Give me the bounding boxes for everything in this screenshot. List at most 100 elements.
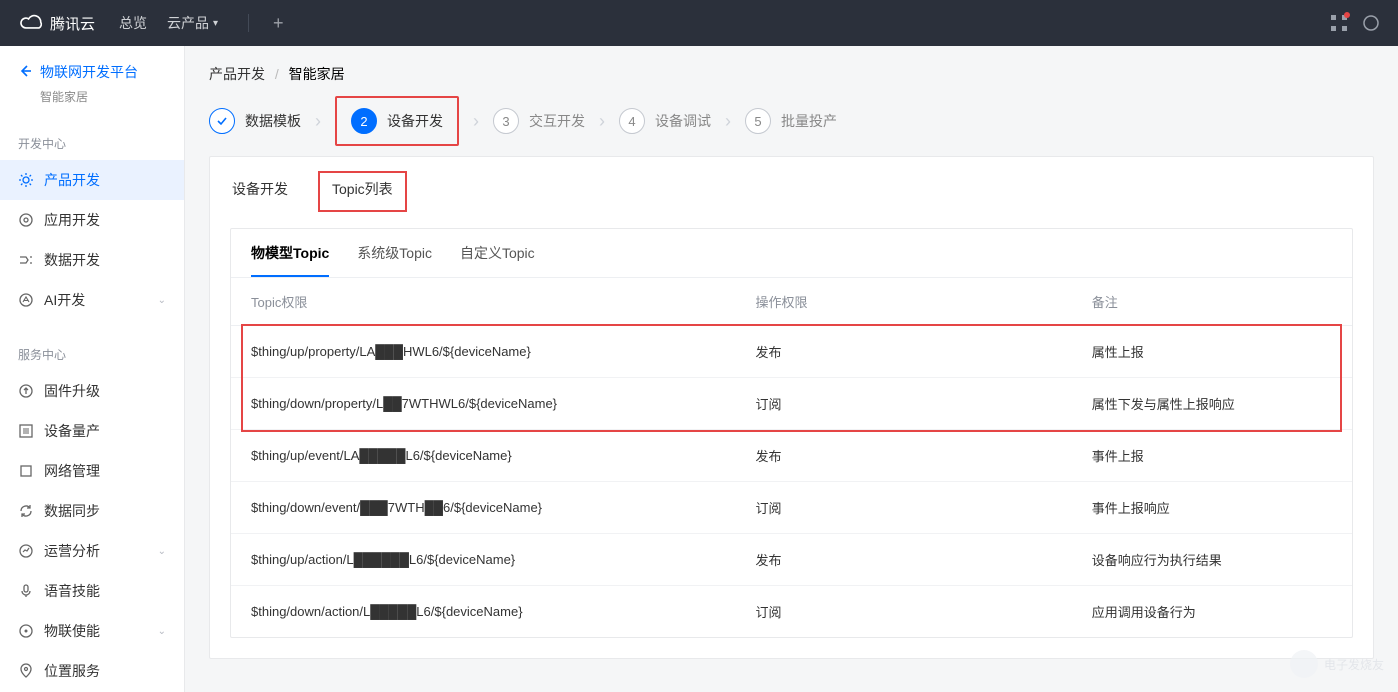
sync-icon: [18, 503, 34, 519]
sidebar-item-data-sync[interactable]: 数据同步: [0, 491, 184, 531]
cell-op: 订阅: [735, 378, 1071, 430]
sidebar-item-network[interactable]: 网络管理: [0, 451, 184, 491]
sidebar-item-product-dev[interactable]: 产品开发: [0, 160, 184, 200]
step-2[interactable]: 2 设备开发: [351, 108, 443, 134]
content-card: 设备开发 Topic列表 物模型Topic 系统级Topic 自定义Topic …: [209, 156, 1374, 659]
tab-custom-topic[interactable]: 自定义Topic: [460, 243, 535, 277]
step-num: 3: [493, 108, 519, 134]
apps-grid-icon[interactable]: [1330, 14, 1348, 32]
cell-note: 属性下发与属性上报响应: [1072, 378, 1352, 430]
cell-op: 发布: [735, 534, 1071, 586]
table-row: $thing/down/property/L██7WTHWL6/${device…: [231, 378, 1352, 430]
tab-system-topic[interactable]: 系统级Topic: [357, 243, 432, 277]
step-label: 设备调试: [655, 111, 711, 131]
topic-table: Topic权限 操作权限 备注 $thing/up/property/LA███…: [231, 278, 1352, 637]
cell-op: 发布: [735, 430, 1071, 482]
cell-note: 事件上报: [1072, 430, 1352, 482]
sidebar-item-label: 位置服务: [44, 661, 100, 681]
sidebar-item-label: 运营分析: [44, 541, 100, 561]
subtab-device-dev[interactable]: 设备开发: [230, 171, 290, 211]
chevron-right-icon: ›: [711, 111, 745, 132]
chevron-right-icon: ›: [301, 111, 335, 132]
breadcrumb-sep: /: [275, 66, 279, 82]
step-num: 4: [619, 108, 645, 134]
table-row: $thing/down/action/L█████L6/${deviceName…: [231, 586, 1352, 638]
cell-topic: $thing/up/event/LA█████L6/${deviceName}: [231, 430, 735, 482]
sidebar-item-data-dev[interactable]: 数据开发: [0, 240, 184, 280]
cell-topic: $thing/down/property/L██7WTHWL6/${device…: [231, 378, 735, 430]
nav-add-icon[interactable]: +: [273, 13, 284, 34]
watermark: 电子发烧友: [1290, 650, 1384, 678]
table-row: $thing/up/property/LA███HWL6/${deviceNam…: [231, 326, 1352, 378]
step-label: 数据模板: [245, 111, 301, 131]
notification-dot: [1344, 12, 1350, 18]
chevron-right-icon: ›: [459, 111, 493, 132]
breadcrumb: 产品开发 / 智能家居: [185, 46, 1398, 84]
chevron-down-icon: ⌄: [158, 295, 166, 306]
support-icon[interactable]: [1362, 14, 1380, 32]
brand-logo[interactable]: 腾讯云: [18, 10, 95, 36]
step-label: 交互开发: [529, 111, 585, 131]
chevron-down-icon: ⌄: [158, 626, 166, 637]
sidebar-item-location[interactable]: 位置服务: [0, 651, 184, 691]
step-label: 批量投产: [781, 111, 837, 131]
nav-overview[interactable]: 总览: [119, 13, 147, 33]
cell-note: 属性上报: [1072, 326, 1352, 378]
sidebar-item-ai-dev[interactable]: AI开发 ⌄: [0, 280, 184, 320]
tab-model-topic[interactable]: 物模型Topic: [251, 243, 329, 277]
sidebar-item-label: 物联使能: [44, 621, 100, 641]
topic-panel: 物模型Topic 系统级Topic 自定义Topic Topic权限 操作权限 …: [230, 228, 1353, 638]
nav-products[interactable]: 云产品 ▾: [167, 13, 218, 33]
sidebar-item-app-dev[interactable]: 应用开发: [0, 200, 184, 240]
sidebar-item-voice[interactable]: 语音技能: [0, 571, 184, 611]
cell-note: 设备响应行为执行结果: [1072, 534, 1352, 586]
section-svc-heading: 服务中心: [0, 338, 184, 371]
subtab-topic-list[interactable]: Topic列表: [318, 171, 407, 212]
cell-topic: $thing/down/action/L█████L6/${deviceName…: [231, 586, 735, 638]
chart-icon: [18, 543, 34, 559]
step-num: 2: [351, 108, 377, 134]
cell-note: 事件上报响应: [1072, 482, 1352, 534]
cell-topic: $thing/up/property/LA███HWL6/${deviceNam…: [231, 326, 735, 378]
nav-products-label: 云产品: [167, 13, 209, 33]
sidebar-item-label: 固件升级: [44, 381, 100, 401]
main-content: 产品开发 / 智能家居 数据模板 › 2 设备开发 › 3 交互: [185, 46, 1398, 692]
cell-topic: $thing/down/event/███7WTH██6/${deviceNam…: [231, 482, 735, 534]
sidebar-item-iot-enable[interactable]: 物联使能 ⌄: [0, 611, 184, 651]
step-5[interactable]: 5 批量投产: [745, 108, 837, 134]
top-nav: 腾讯云 总览 云产品 ▾ +: [0, 0, 1398, 46]
sidebar-item-label: 应用开发: [44, 210, 100, 230]
cloud-icon: [18, 10, 44, 36]
sidebar-item-firmware[interactable]: 固件升级: [0, 371, 184, 411]
cell-topic: $thing/up/action/L██████L6/${deviceName}: [231, 534, 735, 586]
cell-op: 订阅: [735, 482, 1071, 534]
col-ops: 操作权限: [735, 278, 1071, 326]
cell-op: 发布: [735, 326, 1071, 378]
back-title: 物联网开发平台: [40, 62, 138, 82]
topic-table-container: Topic权限 操作权限 备注 $thing/up/property/LA███…: [231, 278, 1352, 637]
step-1[interactable]: 数据模板: [209, 108, 301, 134]
col-topic-perm: Topic权限: [231, 278, 735, 326]
breadcrumb-parent[interactable]: 产品开发: [209, 66, 265, 82]
mic-icon: [18, 583, 34, 599]
inner-tabs: 物模型Topic 系统级Topic 自定义Topic: [231, 229, 1352, 278]
check-icon: [209, 108, 235, 134]
sidebar: 物联网开发平台 智能家居 开发中心 产品开发 应用开发 数据开发 AI开发 ⌄: [0, 46, 185, 692]
flow-icon: [18, 252, 34, 268]
sidebar-item-analytics[interactable]: 运营分析 ⌄: [0, 531, 184, 571]
sidebar-item-mass-prod[interactable]: 设备量产: [0, 411, 184, 451]
nav-right: [1330, 14, 1380, 32]
step-3[interactable]: 3 交互开发: [493, 108, 585, 134]
breadcrumb-current: 智能家居: [289, 66, 345, 82]
back-subtitle: 智能家居: [40, 88, 166, 105]
list-icon: [18, 423, 34, 439]
step-4[interactable]: 4 设备调试: [619, 108, 711, 134]
steps-bar: 数据模板 › 2 设备开发 › 3 交互开发 › 4 设备调试 › 5: [185, 84, 1398, 136]
button-row: 上一步 下一步: [185, 679, 1398, 692]
cell-op: 订阅: [735, 586, 1071, 638]
chevron-down-icon: ⌄: [158, 546, 166, 557]
watermark-text: 电子发烧友: [1324, 656, 1384, 673]
sidebar-item-label: 语音技能: [44, 581, 100, 601]
sidebar-item-label: 数据同步: [44, 501, 100, 521]
back-link[interactable]: 物联网开发平台: [18, 62, 166, 82]
